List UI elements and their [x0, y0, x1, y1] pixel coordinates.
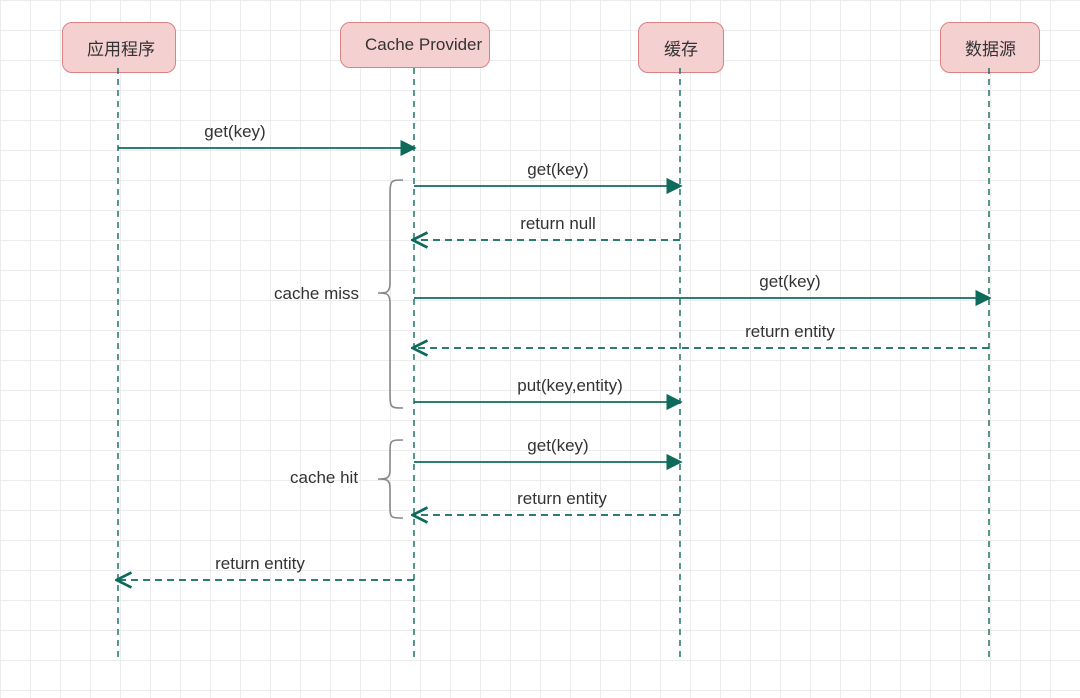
participant-label: 数据源 [965, 40, 1016, 59]
label-m5: return entity [745, 322, 835, 342]
arrows-layer [0, 0, 1080, 698]
sequence-diagram: 应用程序 Cache Provider 缓存 数据源 [0, 0, 1080, 698]
participant-label: 应用程序 [87, 40, 155, 59]
label-m8: return entity [517, 489, 607, 509]
label-m3: return null [520, 214, 596, 234]
label-cache-miss: cache miss [274, 284, 359, 304]
label-m6: put(key,entity) [517, 376, 623, 396]
label-m1: get(key) [204, 122, 265, 142]
participant-provider: Cache Provider [340, 22, 490, 68]
participant-label: Cache Provider [365, 35, 482, 54]
label-m2: get(key) [527, 160, 588, 180]
label-m4: get(key) [759, 272, 820, 292]
brace-cache-miss [378, 180, 403, 408]
participant-label: 缓存 [664, 40, 698, 59]
label-m9: return entity [215, 554, 305, 574]
participant-source: 数据源 [940, 22, 1040, 73]
brace-cache-hit [378, 440, 403, 518]
participant-app: 应用程序 [62, 22, 176, 73]
participant-cache: 缓存 [638, 22, 724, 73]
label-m7: get(key) [527, 436, 588, 456]
label-cache-hit: cache hit [290, 468, 358, 488]
